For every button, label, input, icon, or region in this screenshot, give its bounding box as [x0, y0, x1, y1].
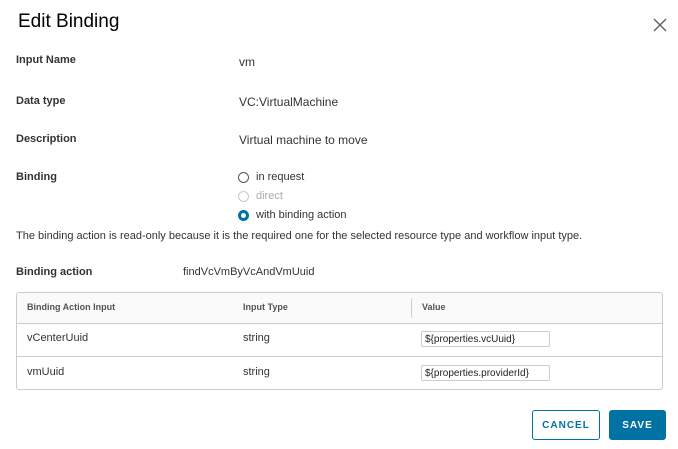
radio-direct: direct: [238, 190, 283, 202]
binding-action-inputs-grid: Binding Action Input Input Type Value vC…: [16, 292, 663, 390]
column-divider[interactable]: [411, 298, 412, 318]
radio-in-request[interactable]: in request: [238, 171, 304, 183]
close-icon[interactable]: [651, 16, 669, 34]
radio-label: direct: [256, 190, 283, 202]
binding-action-label: Binding action: [16, 266, 93, 278]
table-row: vCenterUuid string: [17, 323, 662, 357]
dialog-title: Edit Binding: [18, 11, 120, 32]
radio-circle: [238, 190, 249, 202]
radio-circle[interactable]: [238, 209, 249, 221]
radio-with-binding-action[interactable]: with binding action: [238, 209, 347, 221]
column-header-type: Input Type: [243, 302, 288, 312]
column-header-value: Value: [422, 302, 446, 312]
radio-label: in request: [256, 171, 305, 183]
binding-label: Binding: [16, 171, 57, 183]
grid-header: Binding Action Input Input Type Value: [17, 293, 662, 324]
data-type-label: Data type: [16, 95, 66, 107]
description-value: Virtual machine to move: [239, 133, 368, 147]
cell-input: vmUuid: [27, 366, 65, 378]
radio-circle[interactable]: [238, 171, 249, 183]
input-name-label: Input Name: [16, 54, 76, 66]
cell-type: string: [243, 366, 270, 378]
read-only-info-text: The binding action is read-only because …: [16, 230, 583, 242]
binding-action-value: findVcVmByVcAndVmUuid: [183, 266, 315, 278]
cell-input: vCenterUuid: [27, 332, 89, 344]
data-type-value: VC:VirtualMachine: [239, 95, 339, 109]
description-label: Description: [16, 133, 77, 145]
table-row: vmUuid string: [17, 357, 662, 389]
edit-binding-dialog: Edit Binding Input Name vm Data type VC:…: [0, 0, 678, 449]
column-header-input: Binding Action Input: [27, 302, 116, 312]
save-button[interactable]: SAVE: [609, 410, 666, 440]
cell-type: string: [243, 332, 270, 344]
input-name-value: vm: [239, 55, 255, 69]
cancel-button[interactable]: CANCEL: [532, 410, 600, 440]
value-input-vcenteruuid[interactable]: [421, 331, 550, 347]
value-input-vmuuid[interactable]: [421, 365, 550, 381]
radio-label: with binding action: [256, 209, 347, 221]
